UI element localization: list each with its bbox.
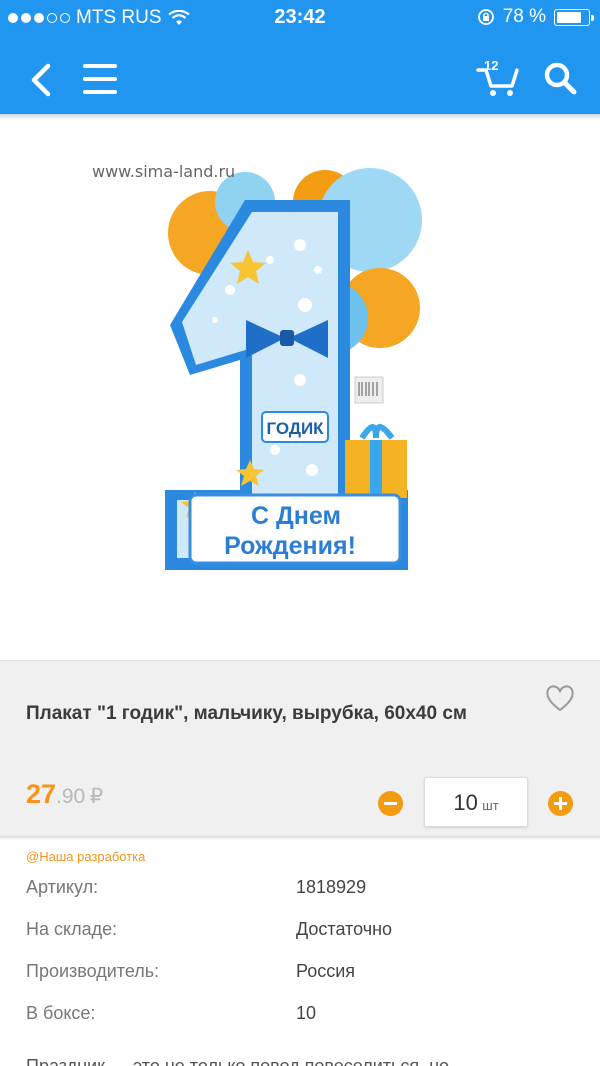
price: 27.90 ₽ [26,779,103,810]
menu-button[interactable] [82,62,118,96]
spec-label: Артикул: [26,877,99,897]
product-title: Плакат "1 годик", мальчику, вырубка, 60х… [26,703,467,724]
price-decimal: .90 [56,785,86,808]
chevron-left-icon [31,63,51,97]
spec-label: Производитель: [26,961,160,981]
spec-value: 1818929 [296,877,367,897]
poster-banner-line2: Рождения! [224,532,356,560]
hamburger-icon [83,64,117,94]
currency-symbol: ₽ [89,785,104,808]
rotation-lock-icon [477,9,494,25]
own-development-tag[interactable]: @Наша разработка [26,849,145,864]
spec-row-stock: На складе: Достаточно [26,914,586,956]
favorite-button[interactable] [544,683,576,713]
spec-label: На складе: [26,919,118,939]
product-image[interactable]: ГОДИК С Днем Рождения! www.sima-land.ru [0,120,600,660]
quantity-field[interactable]: 10 шт [424,777,528,827]
quantity-unit: шт [482,798,499,813]
watermark: www.sima-land.ru [92,162,236,181]
poster-illustration: ГОДИК С Днем Рождения! [165,168,422,570]
heart-icon [546,685,574,712]
search-icon [544,62,577,95]
specs-list: Артикул: 1818929 На складе: Достаточно П… [26,872,586,1040]
product-info-panel: Плакат "1 годик", мальчику, вырубка, 60х… [0,660,600,836]
spec-label: В боксе: [26,1003,96,1023]
spec-value: Россия [296,961,356,981]
battery-icon [554,8,594,26]
back-button[interactable] [26,60,56,100]
decrease-quantity-button[interactable] [378,791,403,816]
description-text: Праздник — это не только повод повеселит… [26,1056,450,1066]
battery-percent: 78 % [502,6,546,27]
battery-info: 78 % [477,6,594,28]
divider [0,836,600,840]
increase-quantity-button[interactable] [548,791,573,816]
poster-tag-text: ГОДИК [266,419,324,438]
spec-value: 10 [296,1003,317,1023]
quantity-value: 10 [453,790,478,815]
poster-banner-line1: С Днем [251,502,341,530]
search-button[interactable] [542,60,578,96]
top-bar: MTS RUS 23:42 78 % 12 [0,0,600,114]
price-integer: 27 [26,779,57,809]
cart-button[interactable]: 12 [476,58,520,98]
spec-row-manufacturer: Производитель: Россия [26,956,586,998]
spec-value: Достаточно [296,919,393,939]
spec-row-box: В боксе: 10 [26,998,586,1040]
cart-count-badge: 12 [484,58,499,73]
spec-row-article: Артикул: 1818929 [26,872,586,914]
status-bar: MTS RUS 23:42 78 % [0,0,600,36]
